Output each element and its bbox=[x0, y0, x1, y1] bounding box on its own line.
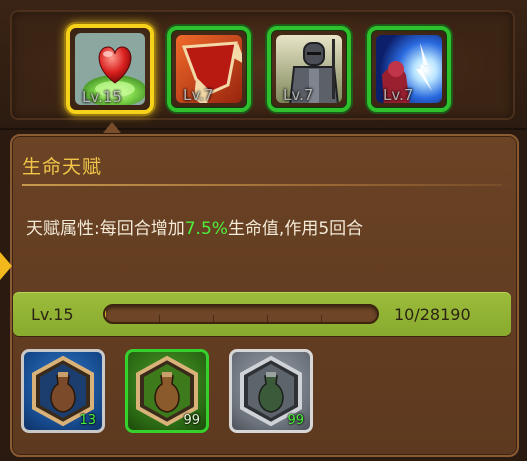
experience-progress-text: 10/28190 bbox=[394, 305, 471, 324]
talent-title: 生命天赋 bbox=[22, 156, 103, 178]
skill-level-label: Lv.7 bbox=[383, 86, 414, 104]
item-count: 13 bbox=[79, 413, 96, 428]
item-slot-gray[interactable]: 99 bbox=[229, 349, 313, 433]
item-slot-green[interactable]: 99 bbox=[125, 349, 209, 433]
desc-prefix: 天赋属性:每回合增加 bbox=[26, 219, 185, 239]
skill-level-label: Lv.7 bbox=[183, 86, 214, 104]
side-arrow-icon[interactable] bbox=[0, 252, 12, 280]
item-count: 99 bbox=[287, 413, 304, 428]
level-label: Lv.15 bbox=[31, 305, 74, 324]
title-divider bbox=[22, 184, 502, 186]
desc-highlight: 7.5% bbox=[184, 219, 228, 239]
skill-slot-life[interactable]: Lv.15 bbox=[66, 24, 154, 114]
desc-suffix: 生命值,作用5回合 bbox=[227, 219, 364, 239]
skill-slot-guard[interactable]: Lv.7 bbox=[267, 26, 351, 112]
experience-progress-bar bbox=[103, 304, 379, 324]
progress-tick bbox=[213, 315, 214, 322]
selection-pointer bbox=[103, 122, 121, 133]
progress-tick bbox=[159, 315, 160, 322]
talent-description: 天赋属性:每回合增加7.5%生命值,作用5回合 bbox=[26, 214, 363, 239]
skill-level-label: Lv.15 bbox=[82, 88, 122, 106]
progress-tick bbox=[267, 315, 268, 322]
skill-slot-strike[interactable]: Lv.7 bbox=[367, 26, 451, 112]
item-count: 99 bbox=[183, 413, 200, 428]
skill-level-label: Lv.7 bbox=[283, 86, 314, 104]
progress-tick bbox=[321, 315, 322, 322]
item-slot-blue[interactable]: 13 bbox=[21, 349, 105, 433]
skill-slot-rage[interactable]: Lv.7 bbox=[167, 26, 251, 112]
